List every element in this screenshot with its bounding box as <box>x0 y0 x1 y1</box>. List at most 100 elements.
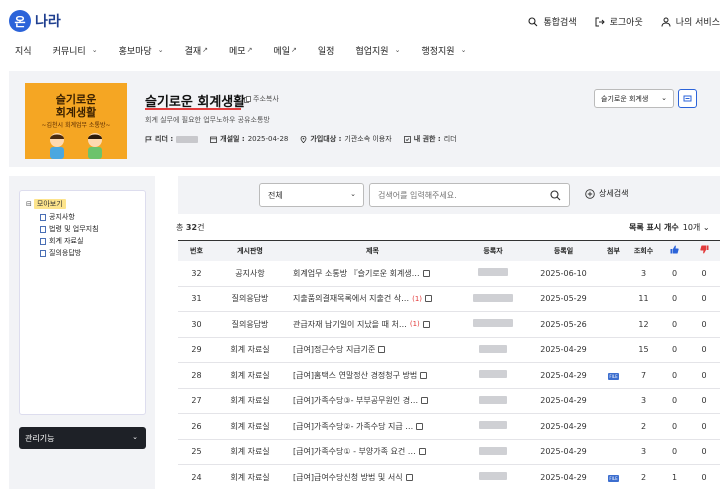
search-icon[interactable] <box>550 190 561 201</box>
my-service-link[interactable]: 나의 서비스 <box>661 15 720 28</box>
author-redacted <box>479 344 507 353</box>
post-title-link[interactable]: [급여]정근수당 지급기준 <box>293 344 460 355</box>
file-icon[interactable]: FILE <box>608 372 619 380</box>
utility-links: 통합검색 로그아웃 나의 서비스 <box>528 15 720 28</box>
open-new-window-icon[interactable] <box>421 397 429 405</box>
post-title-cell[interactable]: [급여]정근수당 지급기준 <box>285 337 460 363</box>
post-date: 2025-04-29 <box>540 370 587 380</box>
chevron-down-icon: ⌄ <box>460 46 467 54</box>
post-number: 26 <box>191 421 202 431</box>
advanced-search-button[interactable]: 상세검색 <box>585 188 628 199</box>
post-title-cell[interactable]: [급여]급여수당신청 방법 및 서식 <box>285 465 460 489</box>
table-row[interactable]: 27 회계 자료실 [급여]가족수당③- 부부공무원인 경… 2025-04-29 3 0… <box>178 388 720 414</box>
table-row[interactable]: 31 질의응답방 지출품의결재목록에서 지출건 삭… (1) 2025-05-29 11 0… <box>178 286 720 312</box>
site-logo[interactable]: 온 나라 <box>9 10 61 32</box>
keyword-field[interactable] <box>369 183 570 207</box>
plus-circle-icon <box>585 188 595 199</box>
tree-item-accounting-library[interactable]: 회계 자료실 <box>26 236 139 246</box>
integrated-search-link[interactable]: 통합검색 <box>528 15 577 28</box>
logout-link[interactable]: 로그아웃 <box>595 15 643 28</box>
table-row[interactable]: 26 회계 자료실 [급여]가족수당②- 가족수당 지급 … 2025-04-29 2 0… <box>178 414 720 440</box>
open-new-window-icon[interactable] <box>416 422 424 430</box>
search-scope-select[interactable]: 전체 ⌄ <box>259 183 364 207</box>
open-new-window-icon[interactable] <box>378 346 386 354</box>
post-views: 12 <box>638 319 649 329</box>
shortcut-icon <box>683 95 692 102</box>
manage-functions-button[interactable]: 관리기능 ⌄ <box>19 427 146 449</box>
post-title-link[interactable]: [급여]급여수당신청 방법 및 서식 <box>293 472 460 483</box>
open-new-window-icon[interactable] <box>420 371 428 379</box>
nav-item-collaboration[interactable]: 협업지원 ⌄ <box>355 44 400 57</box>
post-title-link[interactable]: 지출품의결재목록에서 지출건 삭… (1) <box>293 293 460 304</box>
location-pin-icon <box>300 135 307 143</box>
post-title-cell[interactable]: [급여]가족수당① - 부양가족 요건 … <box>285 439 460 465</box>
col-no: 번호 <box>190 246 203 255</box>
post-title: [급여]홈택스 연말정산 경정청구 방법 <box>293 370 418 380</box>
post-title-link[interactable]: 회계업무 소통방 『슬기로운 회계생… <box>293 268 460 279</box>
post-board: 회계 자료실 <box>230 421 270 431</box>
nav-item-memo[interactable]: 메모 ↗ <box>229 44 252 57</box>
post-date: 2025-04-29 <box>540 396 587 406</box>
leader-label: 리더 : <box>155 135 174 143</box>
open-new-window-icon[interactable] <box>422 320 430 328</box>
logout-label: 로그아웃 <box>609 18 643 28</box>
club-banner: 슬기로운 회계생활 ~김천시 회계업무 소통방~ 슬기로운 회계생활 주소복사 … <box>9 71 720 167</box>
club-switch-select[interactable]: 슬기로운 회계생 ⌄ <box>594 89 674 108</box>
post-title-link[interactable]: [급여]가족수당②- 가족수당 지급 … <box>293 421 460 432</box>
author-redacted <box>478 268 508 276</box>
post-date: 2025-05-26 <box>540 319 587 329</box>
post-number: 27 <box>191 396 202 406</box>
open-new-window-icon[interactable] <box>422 269 430 277</box>
post-title-cell[interactable]: [급여]가족수당②- 가족수당 지급 … <box>285 414 460 440</box>
user-icon <box>661 17 671 27</box>
open-new-window-icon[interactable] <box>418 448 426 456</box>
leader-name-redacted <box>176 135 199 143</box>
copy-address-button[interactable]: 주소복사 <box>244 94 279 104</box>
club-select-value: 슬기로운 회계생 <box>601 94 649 103</box>
keyword-input[interactable] <box>378 190 538 200</box>
table-row[interactable]: 24 회계 자료실 [급여]급여수당신청 방법 및 서식 2025-04-29 FILE… <box>178 465 720 489</box>
external-link-icon: ↗ <box>202 46 208 54</box>
open-new-window-icon[interactable] <box>425 295 433 303</box>
post-title-link[interactable]: [급여]홈택스 연말정산 경정청구 방법 <box>293 370 460 381</box>
club-go-button[interactable] <box>678 89 697 108</box>
per-page-select[interactable]: 10개 ⌄ <box>683 222 710 233</box>
post-title-cell[interactable]: [급여]홈택스 연말정산 경정청구 방법 <box>285 363 460 389</box>
nav-item-mail[interactable]: 메일 ↗ <box>273 44 296 57</box>
post-attachment <box>601 337 626 363</box>
nav-item-approval[interactable]: 결재 ↗ <box>185 44 208 57</box>
table-row[interactable]: 28 회계 자료실 [급여]홈택스 연말정산 경정청구 방법 2025-04-29 FI… <box>178 363 720 389</box>
table-row[interactable]: 30 질의응답방 관급자재 납기일이 지났을 때 처… (1) 2025-05-26 12… <box>178 312 720 338</box>
nav-item-promotion[interactable]: 홍보마당 ⌄ <box>119 44 164 57</box>
tree-root[interactable]: ⊟ 모아보기 <box>26 199 139 209</box>
tree-item-notice[interactable]: 공지사항 <box>26 212 139 222</box>
table-row[interactable]: 25 회계 자료실 [급여]가족수당① - 부양가족 요건 … 2025-04-29 3… <box>178 439 720 465</box>
post-number: 29 <box>191 345 202 355</box>
post-author <box>460 312 526 338</box>
nav-item-schedule[interactable]: 일정 <box>318 44 335 57</box>
post-title-link[interactable]: [급여]가족수당③- 부부공무원인 경… <box>293 395 460 406</box>
post-title-cell[interactable]: 회계업무 소통방 『슬기로운 회계생… <box>285 261 460 287</box>
nav-item-admin-support[interactable]: 행정지원 ⌄ <box>421 44 466 57</box>
nav-item-knowledge[interactable]: 지식 <box>15 44 32 57</box>
table-row[interactable]: 29 회계 자료실 [급여]정근수당 지급기준 2025-04-29 15 0 0 <box>178 337 720 363</box>
tree-root-label[interactable]: 모아보기 <box>33 199 66 209</box>
post-likes: 0 <box>671 294 678 304</box>
post-title-cell[interactable]: 지출품의결재목록에서 지출건 삭… (1) <box>285 286 460 312</box>
join-value: 기관소속 이용자 <box>344 135 392 143</box>
post-title-link[interactable]: [급여]가족수당① - 부양가족 요건 … <box>293 446 460 457</box>
sidebar: ⊟ 모아보기 공지사항 법령 및 업무지침 회계 자료실 질의응답방 관리기능 … <box>9 176 155 489</box>
post-title-link[interactable]: 관급자재 납기일이 지났을 때 처… (1) <box>293 319 460 330</box>
table-row[interactable]: 32 공지사항 회계업무 소통방 『슬기로운 회계생… 2025-06-10 3 0 0 <box>178 261 720 287</box>
chevron-down-icon: ⌄ <box>157 46 164 54</box>
open-new-window-icon[interactable] <box>405 473 413 481</box>
tree-item-laws[interactable]: 법령 및 업무지침 <box>26 224 139 234</box>
nav-item-community[interactable]: 커뮤니티 ⌄ <box>53 44 98 57</box>
post-title-cell[interactable]: [급여]가족수당③- 부부공무원인 경… <box>285 388 460 414</box>
tree-item-qna[interactable]: 질의응답방 <box>26 248 139 258</box>
file-icon[interactable]: FILE <box>608 474 619 482</box>
collapse-icon[interactable]: ⊟ <box>26 200 32 208</box>
post-title-cell[interactable]: 관급자재 납기일이 지났을 때 처… (1) <box>285 312 460 338</box>
post-views: 11 <box>638 294 649 304</box>
author-redacted <box>479 395 507 404</box>
